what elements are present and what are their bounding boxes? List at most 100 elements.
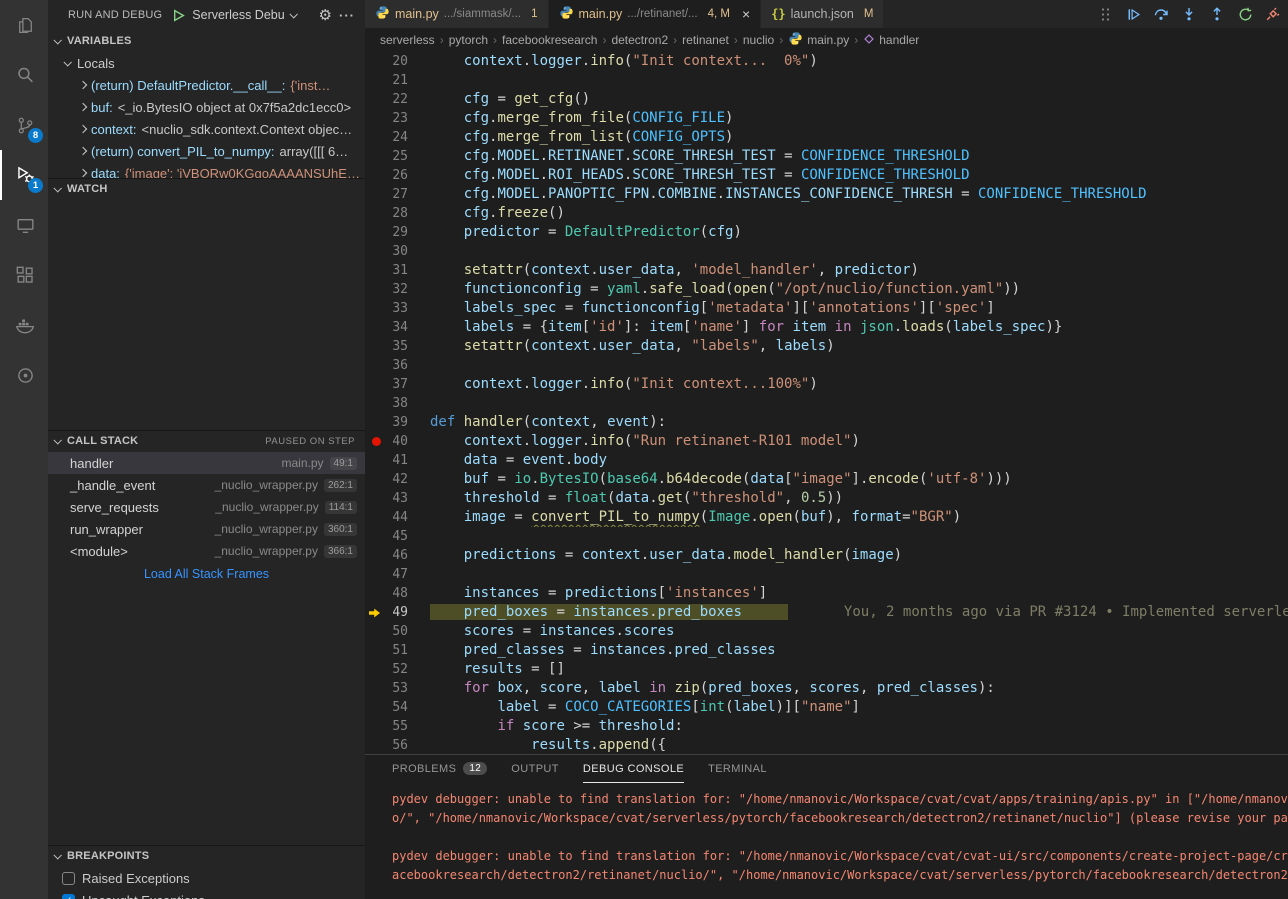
code-line[interactable]: 34 labels = {item['id']: item['name'] fo…: [365, 318, 1288, 337]
gutter[interactable]: 43: [365, 489, 430, 508]
code-line[interactable]: 45: [365, 527, 1288, 546]
more-actions-icon[interactable]: ···: [339, 8, 355, 23]
tab-main.py[interactable]: main.py.../siammask/...1: [365, 0, 549, 28]
gutter[interactable]: 23: [365, 109, 430, 128]
code-line[interactable]: 23 cfg.merge_from_file(CONFIG_FILE): [365, 109, 1288, 128]
gutter[interactable]: 31: [365, 261, 430, 280]
gutter[interactable]: 44: [365, 508, 430, 527]
code-line[interactable]: 51 pred_classes = instances.pred_classes: [365, 641, 1288, 660]
gutter[interactable]: 46: [365, 546, 430, 565]
call-stack-section-header[interactable]: CALL STACK PAUSED ON STEP: [48, 430, 365, 452]
disconnect-button[interactable]: [1264, 5, 1282, 23]
code-line[interactable]: 47: [365, 565, 1288, 584]
code-line[interactable]: 54 label = COCO_CATEGORIES[int(label)]["…: [365, 698, 1288, 717]
code-line[interactable]: 53 for box, score, label in zip(pred_box…: [365, 679, 1288, 698]
gutter[interactable]: 38: [365, 394, 430, 413]
code-line[interactable]: 21: [365, 71, 1288, 90]
code-line[interactable]: 42 buf = io.BytesIO(base64.b64decode(dat…: [365, 470, 1288, 489]
gutter[interactable]: 51: [365, 641, 430, 660]
stack-frame[interactable]: run_wrapper_nuclio_wrapper.py360:1: [48, 518, 365, 540]
gutter[interactable]: 48: [365, 584, 430, 603]
code-line[interactable]: 43 threshold = float(data.get("threshold…: [365, 489, 1288, 508]
stack-frame[interactable]: serve_requests_nuclio_wrapper.py114:1: [48, 496, 365, 518]
code-line[interactable]: 20 context.logger.info("Init context... …: [365, 52, 1288, 71]
code-editor[interactable]: 20 context.logger.info("Init context... …: [365, 52, 1288, 754]
gutter[interactable]: 34: [365, 318, 430, 337]
variables-section-header[interactable]: VARIABLES: [48, 30, 365, 52]
variable-row[interactable]: data:{'image': 'iVBORw0KGgoAAAANSUhE…: [48, 162, 365, 178]
gutter[interactable]: 30: [365, 242, 430, 261]
code-line[interactable]: 50 scores = instances.scores: [365, 622, 1288, 641]
stack-frame[interactable]: _handle_event_nuclio_wrapper.py262:1: [48, 474, 365, 496]
breakpoint-row[interactable]: Raised Exceptions: [48, 867, 365, 889]
panel-tab-output[interactable]: OUTPUT: [511, 755, 559, 783]
debug-console-output[interactable]: pydev debugger: unable to find translati…: [365, 783, 1288, 899]
remote-explorer-icon[interactable]: [0, 200, 48, 250]
breakpoints-section-header[interactable]: BREAKPOINTS: [48, 845, 365, 867]
code-line[interactable]: 55 if score >= threshold:: [365, 717, 1288, 736]
gutter[interactable]: 49: [365, 603, 430, 622]
breadcrumb-item-detectron2[interactable]: detectron2: [611, 33, 668, 47]
code-line[interactable]: 33 labels_spec = functionconfig['metadat…: [365, 299, 1288, 318]
code-line[interactable]: 44 image = convert_PIL_to_numpy(Image.op…: [365, 508, 1288, 527]
gutter[interactable]: 52: [365, 660, 430, 679]
drag-handle[interactable]: [1096, 5, 1114, 23]
gutter[interactable]: 45: [365, 527, 430, 546]
run-debug-icon[interactable]: 1: [0, 150, 48, 200]
variable-row[interactable]: (return) DefaultPredictor.__call__:{'ins…: [48, 74, 365, 96]
gutter[interactable]: 55: [365, 717, 430, 736]
breakpoint-row[interactable]: ✓Uncaught Exceptions: [48, 889, 365, 899]
gutter[interactable]: 40: [365, 432, 430, 451]
code-line[interactable]: 36: [365, 356, 1288, 375]
continue-button[interactable]: [1124, 5, 1142, 23]
search-icon[interactable]: [0, 50, 48, 100]
code-line[interactable]: 25 cfg.MODEL.RETINANET.SCORE_THRESH_TEST…: [365, 147, 1288, 166]
variable-row[interactable]: context:<nuclio_sdk.context.Context obje…: [48, 118, 365, 140]
gutter[interactable]: 53: [365, 679, 430, 698]
gutter[interactable]: 42: [365, 470, 430, 489]
variable-row[interactable]: (return) convert_PIL_to_numpy:array([[[ …: [48, 140, 365, 162]
code-line[interactable]: 46 predictions = context.user_data.model…: [365, 546, 1288, 565]
code-line[interactable]: 56 results.append({: [365, 736, 1288, 754]
step-out-button[interactable]: [1208, 5, 1226, 23]
breadcrumb-item-retinanet[interactable]: retinanet: [682, 33, 729, 47]
gutter[interactable]: 56: [365, 736, 430, 754]
variable-row[interactable]: buf:<_io.BytesIO object at 0x7f5a2dc1ecc…: [48, 96, 365, 118]
gutter[interactable]: 37: [365, 375, 430, 394]
gutter[interactable]: 35: [365, 337, 430, 356]
gutter[interactable]: 25: [365, 147, 430, 166]
gutter[interactable]: 39: [365, 413, 430, 432]
code-line[interactable]: 37 context.logger.info("Init context...1…: [365, 375, 1288, 394]
gutter[interactable]: 21: [365, 71, 430, 90]
gutter[interactable]: 29: [365, 223, 430, 242]
gear-icon[interactable]: ⚙: [319, 6, 332, 24]
breakpoint-icon[interactable]: [372, 437, 381, 446]
load-all-stack-frames-link[interactable]: Load All Stack Frames: [48, 562, 365, 586]
breadcrumb-item-facebookresearch[interactable]: facebookresearch: [502, 33, 597, 47]
code-line[interactable]: 28 cfg.freeze(): [365, 204, 1288, 223]
gutter[interactable]: 27: [365, 185, 430, 204]
code-line[interactable]: 22 cfg = get_cfg(): [365, 90, 1288, 109]
panel-tab-debug-console[interactable]: DEBUG CONSOLE: [583, 755, 684, 783]
docker-icon[interactable]: [0, 300, 48, 350]
step-over-button[interactable]: [1152, 5, 1170, 23]
tab-launch.json[interactable]: {}launch.jsonM: [761, 0, 884, 28]
extensions-icon[interactable]: [0, 250, 48, 300]
gutter[interactable]: 33: [365, 299, 430, 318]
code-line[interactable]: 38: [365, 394, 1288, 413]
stack-frame[interactable]: handlermain.py49:1: [48, 452, 365, 474]
gutter[interactable]: 54: [365, 698, 430, 717]
watch-section-header[interactable]: WATCH: [48, 178, 365, 200]
breadcrumb-item-nuclio[interactable]: nuclio: [743, 33, 774, 47]
panel-tab-terminal[interactable]: TERMINAL: [708, 755, 767, 783]
checkbox-checked[interactable]: ✓: [62, 894, 75, 899]
breadcrumb-item-pytorch[interactable]: pytorch: [449, 33, 488, 47]
start-debugging-icon[interactable]: [169, 6, 187, 24]
step-into-button[interactable]: [1180, 5, 1198, 23]
code-line[interactable]: 31 setattr(context.user_data, 'model_han…: [365, 261, 1288, 280]
breadcrumb-item-serverless[interactable]: serverless: [380, 33, 435, 47]
debug-config-dropdown[interactable]: Serverless Debu: [169, 6, 311, 24]
code-line[interactable]: 49 pred_boxes = instances.pred_boxesYou,…: [365, 603, 1288, 622]
code-line[interactable]: 52 results = []: [365, 660, 1288, 679]
gutter[interactable]: 22: [365, 90, 430, 109]
